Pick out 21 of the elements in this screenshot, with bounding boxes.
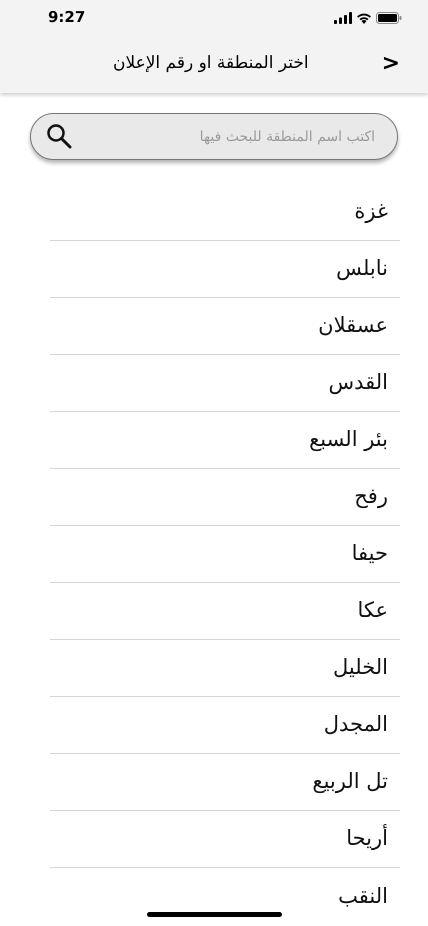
search-field[interactable]: اكتب اسم المنطقة للبحث فيها: [30, 113, 398, 160]
region-item[interactable]: حيفا: [352, 538, 388, 570]
region-item[interactable]: عكا: [357, 595, 388, 627]
region-item[interactable]: نابلس: [336, 253, 388, 285]
search-icon: [46, 123, 72, 149]
region-item[interactable]: النقب: [338, 880, 388, 912]
region-item[interactable]: غزة: [354, 196, 388, 228]
region-item[interactable]: القدس: [328, 367, 388, 399]
page-title: اختر المنطقة او رقم الإعلان: [112, 52, 309, 76]
back-button[interactable]: >: [382, 53, 400, 75]
region-item[interactable]: تل الربيع: [312, 766, 388, 798]
signal-icon: [334, 12, 352, 24]
region-item[interactable]: المجدل: [324, 709, 388, 741]
region-item[interactable]: أريحا: [346, 823, 388, 855]
battery-icon: [376, 12, 402, 24]
region-item[interactable]: رفح: [354, 481, 388, 513]
status-time: 9:27: [48, 7, 86, 28]
region-item[interactable]: عسقلان: [318, 310, 388, 342]
wifi-icon: [356, 12, 372, 24]
region-item[interactable]: الخليل: [333, 652, 388, 684]
region-item[interactable]: بئر السبع: [309, 424, 388, 456]
